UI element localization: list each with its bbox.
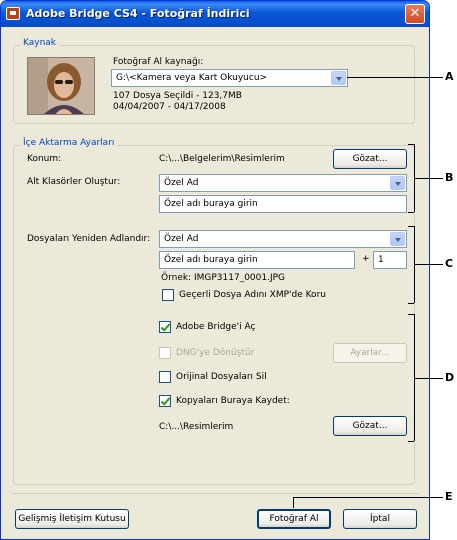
source-preview-thumbnail (27, 57, 95, 115)
callout-e-line (293, 497, 443, 498)
create-subfolders-select[interactable]: Özel Ad (159, 174, 407, 192)
callout-c: C (445, 257, 454, 270)
open-bridge-label[interactable]: Adobe Bridge'i Aç (176, 322, 255, 332)
source-select-value: G:\<Kamera veya Kart Okuyucu> (116, 73, 268, 83)
window-title: Adobe Bridge CS4 - Fotoğraf İndirici (26, 7, 250, 20)
source-select[interactable]: G:\<Kamera veya Kart Okuyucu> (111, 69, 348, 87)
chevron-down-icon[interactable] (331, 71, 346, 85)
preserve-xmp-checkbox[interactable] (162, 289, 174, 301)
source-group-label: Kaynak (20, 38, 60, 48)
delete-originals-checkbox[interactable] (159, 371, 171, 383)
close-icon: ✕ (409, 6, 421, 21)
adobe-bridge-app-icon (6, 7, 20, 20)
convert-dng-checkbox[interactable] (159, 347, 171, 359)
close-button[interactable]: ✕ (405, 4, 425, 24)
save-copies-checkbox[interactable] (159, 395, 171, 407)
callout-b-line (414, 178, 443, 179)
file-summary: 107 Dosya Seçildi - 123,7MB (113, 91, 242, 101)
rename-custom-name-value: Özel adı buraya girin (164, 255, 258, 265)
copies-browse-button[interactable]: Gözat... (333, 416, 407, 436)
photo-downloader-window: Adobe Bridge CS4 - Fotoğraf İndirici ✕ K… (0, 0, 430, 540)
location-path: C:\...\Belgelerim\Resimlerim (159, 154, 285, 164)
rename-files-select[interactable]: Özel Ad (159, 230, 407, 248)
callout-c-line (414, 264, 443, 265)
callout-d-bracket-bottom (408, 441, 414, 442)
import-settings-group-label: İçe Aktarma Ayarları (20, 138, 118, 148)
get-photos-from-label: Fotoğraf Al kaynağı: (113, 57, 204, 67)
save-copies-label[interactable]: Kopyaları Buraya Kaydet: (176, 396, 290, 406)
subfolder-custom-name-input[interactable]: Özel adı buraya girin (159, 195, 407, 213)
rename-example: Örnek: IMGP3117_0001.JPG (161, 273, 286, 283)
rename-files-label: Dosyaları Yeniden Adlandır: (27, 234, 151, 244)
convert-dng-label[interactable]: DNG'ye Dönüştür (176, 348, 254, 358)
date-range: 04/04/2007 - 04/17/2008 (113, 102, 226, 112)
create-subfolders-value: Özel Ad (164, 178, 199, 188)
plus-sign: + (362, 254, 370, 264)
portrait-photo-image (28, 58, 94, 114)
get-photos-button[interactable]: Fotoğraf Al (257, 509, 331, 529)
dng-settings-button[interactable]: Ayarlar... (333, 343, 407, 363)
callout-e-line-vertical (293, 497, 294, 508)
callout-d: D (445, 371, 455, 384)
location-browse-button[interactable]: Gözat... (333, 149, 407, 169)
open-bridge-checkbox[interactable] (159, 321, 171, 333)
chevron-down-icon[interactable] (390, 176, 405, 190)
callout-a: A (445, 70, 454, 83)
start-number-value: 1 (378, 255, 384, 265)
chevron-down-icon[interactable] (390, 232, 405, 246)
location-label: Konum: (27, 154, 62, 164)
callout-b: B (445, 171, 454, 184)
title-bar[interactable]: Adobe Bridge CS4 - Fotoğraf İndirici ✕ (1, 1, 429, 27)
callout-e: E (445, 490, 453, 503)
callout-c-bracket-bottom (408, 303, 414, 304)
rename-files-value: Özel Ad (164, 234, 199, 244)
start-number-input[interactable]: 1 (373, 251, 407, 269)
create-subfolders-label: Alt Klasörler Oluştur: (27, 177, 121, 187)
rename-custom-name-input[interactable]: Özel adı buraya girin (159, 251, 355, 269)
callout-d-line (414, 378, 443, 379)
footer-divider (11, 493, 419, 494)
cancel-button[interactable]: İptal (343, 509, 417, 529)
copies-path: C:\...\Resimlerim (159, 422, 234, 432)
advanced-dialog-button[interactable]: Gelişmiş İletişim Kutusu (15, 509, 129, 529)
preserve-xmp-label[interactable]: Geçerli Dosya Adını XMP'de Koru (179, 290, 326, 300)
delete-originals-label[interactable]: Orijinal Dosyaları Sil (176, 372, 267, 382)
callout-a-line (347, 77, 443, 78)
subfolder-custom-name-value: Özel adı buraya girin (164, 199, 258, 209)
callout-b-bracket-bottom (408, 212, 414, 213)
